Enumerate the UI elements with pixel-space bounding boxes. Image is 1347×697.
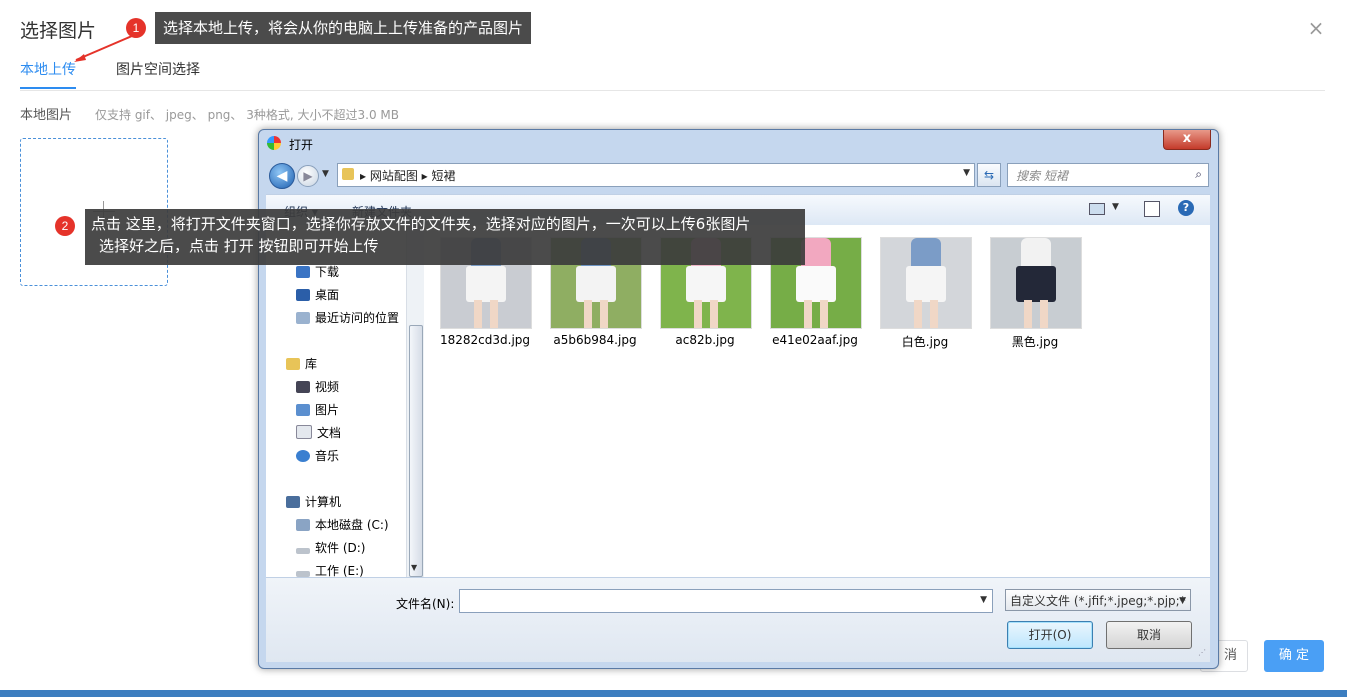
desktop-icon bbox=[296, 289, 310, 301]
drive-icon bbox=[296, 548, 310, 554]
folder-icon bbox=[342, 168, 354, 180]
nav-item-desktop[interactable]: 桌面 bbox=[296, 286, 339, 303]
music-library-icon bbox=[296, 450, 310, 462]
cancel-button[interactable]: 取消 bbox=[1106, 621, 1192, 649]
file-type-value: 自定义文件 (*.jfif;*.jpeg;*.pjp;* bbox=[1010, 594, 1186, 608]
history-dropdown-icon[interactable]: ▼ bbox=[322, 169, 329, 179]
file-name[interactable]: e41e02aaf.jpg bbox=[760, 333, 870, 347]
nav-item-recent[interactable]: 最近访问的位置 bbox=[296, 309, 399, 326]
close-icon[interactable]: × bbox=[1306, 18, 1326, 38]
thumbnail-skirt bbox=[686, 266, 726, 302]
nav-scrollbar[interactable]: ▼ bbox=[406, 225, 424, 577]
thumbnail-skirt bbox=[906, 266, 946, 302]
file-dialog-footer: 文件名(N): ▼ 自定义文件 (*.jfif;*.jpeg;*.pjp;* ▼… bbox=[266, 577, 1210, 662]
chevron-down-icon[interactable]: ▼ bbox=[963, 168, 970, 178]
close-icon[interactable]: x bbox=[1163, 130, 1211, 150]
file-name[interactable]: 黑色.jpg bbox=[980, 333, 1090, 350]
file-thumbnail[interactable] bbox=[880, 237, 972, 329]
nav-item-drive-e[interactable]: 工作 (E:) bbox=[296, 562, 364, 577]
recent-places-icon bbox=[296, 312, 310, 324]
nav-item-music[interactable]: 音乐 bbox=[296, 447, 339, 464]
local-image-label: 本地图片 bbox=[20, 108, 73, 123]
file-list: 18282cd3d.jpg a5b6b984.jpg ac82b.jpg e41e02… bbox=[424, 225, 1210, 577]
thumbnail-skirt bbox=[1016, 266, 1056, 302]
filename-input[interactable]: ▼ bbox=[459, 589, 993, 613]
back-arrow-icon[interactable]: ◀ bbox=[269, 163, 295, 189]
callout-step-2-line2: 选择好之后，点击 打开 按钮即可开始上传 bbox=[99, 237, 379, 255]
file-name[interactable]: 18282cd3d.jpg bbox=[430, 333, 540, 347]
nav-item-computer[interactable]: 计算机 bbox=[286, 493, 341, 510]
callout-step-2-line1: 点击 这里，将打开文件夹窗口，选择你存放文件的文件夹，选择对应的图片，一次可以上… bbox=[91, 215, 751, 233]
refresh-icon[interactable]: ⇆ bbox=[977, 163, 1001, 187]
view-mode-icon[interactable] bbox=[1089, 203, 1105, 215]
library-folder-icon bbox=[286, 358, 300, 370]
nav-item-drive-d[interactable]: 软件 (D:) bbox=[296, 539, 365, 556]
file-name[interactable]: a5b6b984.jpg bbox=[540, 333, 650, 347]
nav-item-downloads[interactable]: 下载 bbox=[296, 263, 339, 280]
filename-label: 文件名(N): bbox=[396, 597, 455, 611]
chevron-down-icon[interactable]: ▼ bbox=[980, 595, 987, 605]
nav-item-libraries[interactable]: 库 bbox=[286, 355, 317, 372]
pictures-library-icon bbox=[296, 404, 310, 416]
browser-icon bbox=[267, 136, 281, 150]
bottom-bar bbox=[0, 690, 1347, 697]
step-badge-2: 2 bbox=[55, 216, 75, 236]
local-disk-icon bbox=[296, 519, 310, 531]
file-name[interactable]: ac82b.jpg bbox=[650, 333, 760, 347]
download-folder-icon bbox=[296, 266, 310, 278]
video-library-icon bbox=[296, 381, 310, 393]
thumbnail-skirt bbox=[576, 266, 616, 302]
nav-item-pictures[interactable]: 图片 bbox=[296, 401, 339, 418]
forward-arrow-icon[interactable]: ▶ bbox=[297, 165, 319, 187]
nav-item-videos[interactable]: 视频 bbox=[296, 378, 339, 395]
thumbnail-shirt bbox=[1021, 238, 1051, 268]
navigation-pane: 下载 桌面 最近访问的位置 库 视频 图片 文档 音乐 计算机 本地磁盘 (C:… bbox=[266, 225, 406, 577]
file-dialog-title: 打开 bbox=[289, 138, 314, 152]
resize-grip-icon[interactable]: ⋰ bbox=[1198, 648, 1208, 658]
documents-library-icon bbox=[296, 425, 312, 439]
thumbnail-shirt bbox=[801, 238, 831, 268]
file-thumbnail[interactable] bbox=[990, 237, 1082, 329]
file-name[interactable]: 白色.jpg bbox=[870, 333, 980, 350]
computer-icon bbox=[286, 496, 300, 508]
address-bar[interactable]: ▸ 网站配图 ▸ 短裙 ▼ bbox=[337, 163, 975, 187]
chevron-down-icon[interactable]: ▼ bbox=[1112, 202, 1119, 212]
search-icon: ⌕ bbox=[1195, 167, 1202, 181]
file-type-select[interactable]: 自定义文件 (*.jfif;*.jpeg;*.pjp;* ▼ bbox=[1005, 589, 1191, 611]
thumbnail-shirt bbox=[911, 238, 941, 268]
thumbnail-skirt bbox=[796, 266, 836, 302]
nav-item-documents[interactable]: 文档 bbox=[296, 424, 341, 441]
open-button[interactable]: 打开(O) bbox=[1007, 621, 1093, 649]
step-badge-1: 1 bbox=[126, 18, 146, 38]
preview-pane-icon[interactable] bbox=[1144, 201, 1160, 217]
confirm-button[interactable]: 确 定 bbox=[1264, 640, 1324, 672]
scrollbar-thumb[interactable] bbox=[409, 325, 423, 577]
callout-step-1: 选择本地上传，将会从你的电脑上上传准备的产品图片 bbox=[155, 12, 532, 44]
format-hint: 仅支持 gif、 jpeg、 png、 3种格式, 大小不超过3.0 MB bbox=[95, 108, 399, 122]
tab-local-upload[interactable]: 本地上传 bbox=[20, 60, 76, 89]
callout-step-2: 点击 这里，将打开文件夹窗口，选择你存放文件的文件夹，选择对应的图片，一次可以上… bbox=[85, 209, 805, 265]
thumbnail-skirt bbox=[466, 266, 506, 302]
chevron-down-icon: ▼ bbox=[1179, 596, 1186, 606]
search-placeholder: 搜索 短裙 bbox=[1016, 169, 1068, 183]
nav-item-drive-c[interactable]: 本地磁盘 (C:) bbox=[296, 516, 389, 533]
help-icon[interactable]: ? bbox=[1178, 200, 1194, 216]
scroll-down-icon[interactable]: ▼ bbox=[411, 563, 417, 572]
tab-bar: 本地上传 图片空间选择 bbox=[20, 60, 1325, 91]
search-input[interactable]: 搜索 短裙 ⌕ bbox=[1007, 163, 1209, 187]
breadcrumb: ▸ 网站配图 ▸ 短裙 bbox=[360, 169, 456, 183]
